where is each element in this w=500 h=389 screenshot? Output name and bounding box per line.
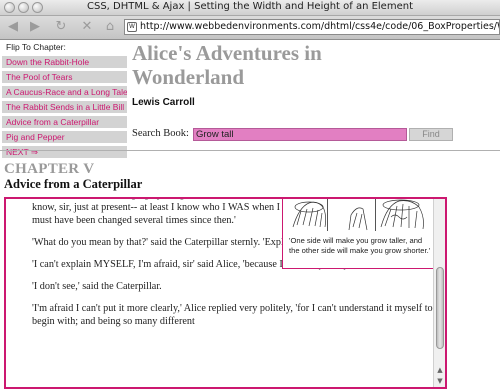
address-url[interactable]: http://www.webbedenvironments.com/dhtml/… [140, 21, 499, 32]
address-bar[interactable]: W http://www.webbedenvironments.com/dhtm… [124, 19, 500, 35]
nav-item-caucus-race[interactable]: A Caucus-Race and a Long Tale [2, 86, 127, 98]
chapter-title: Advice from a Caterpillar [4, 177, 143, 191]
search-input[interactable] [193, 128, 407, 141]
favicon-icon: W [127, 22, 137, 32]
reload-icon[interactable]: ↻ [53, 19, 69, 35]
paragraph: 'I'm afraid I can't put it more clearly,… [32, 303, 433, 327]
chapter-nav: Flip To Chapter: Down the Rabbit-Hole Th… [2, 42, 127, 158]
nav-item-rabbit-sends-bill[interactable]: The Rabbit Sends in a Little Bill [2, 101, 127, 113]
illustration-caption: 'One side will make you grow taller, and… [289, 236, 431, 255]
divider [0, 150, 500, 151]
paragraph: 'I don't see,' said the Caterpillar. [32, 281, 162, 292]
search-label: Search Book: [132, 128, 189, 139]
home-icon[interactable]: ⌂ [102, 19, 118, 35]
forward-arrow-icon[interactable]: ▶ [27, 19, 43, 35]
stop-icon[interactable]: ✕ [79, 19, 95, 35]
browser-toolbar: ◀ ▶ ↻ ✕ ⌂ W http://www.webbedenvironment… [0, 16, 500, 40]
scroll-thumb[interactable] [436, 267, 444, 349]
find-button[interactable]: Find [409, 128, 453, 141]
nav-item-next[interactable]: NEXT ⇒ [2, 146, 127, 158]
nav-item-down-the-rabbit-hole[interactable]: Down the Rabbit-Hole [2, 56, 127, 68]
author-name: Lewis Carroll [132, 97, 195, 108]
illustration-figure: 'One side will make you grow taller, and… [282, 199, 434, 269]
nav-heading: Flip To Chapter: [6, 42, 66, 52]
nav-item-advice-caterpillar[interactable]: Advice from a Caterpillar [2, 116, 127, 128]
back-arrow-icon[interactable]: ◀ [5, 19, 21, 35]
chapter-content-box[interactable]: This was not an encouraging opening for … [4, 197, 447, 389]
scroll-up-icon[interactable]: ▲ [434, 365, 445, 375]
window-title: CSS, DHTML & Ajax | Setting the Width an… [86, 1, 413, 12]
scroll-down-icon[interactable]: ▼ [434, 376, 445, 386]
nav-item-pool-of-tears[interactable]: The Pool of Tears [2, 71, 127, 83]
caterpillar-illustration [287, 199, 429, 231]
nav-item-pig-and-pepper[interactable]: Pig and Pepper [2, 131, 127, 143]
chapter-number: CHAPTER V [4, 161, 95, 177]
window-title-bar: CSS, DHTML & Ajax | Setting the Width an… [0, 0, 500, 16]
page-title: Alice's Adventures in Wonderland [132, 41, 322, 89]
content-scrollbar[interactable]: ▲ ▼ [433, 199, 445, 387]
